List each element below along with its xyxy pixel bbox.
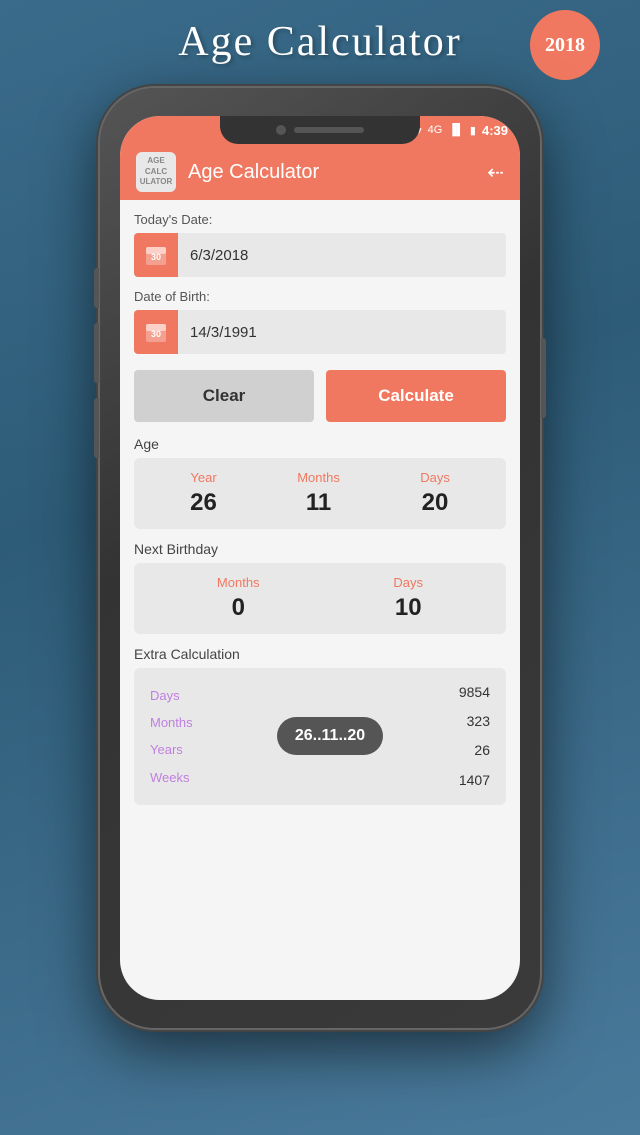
birthday-section-label: Next Birthday <box>134 541 506 557</box>
age-year-col: Year 26 <box>190 470 217 517</box>
dob-label: Date of Birth: <box>134 289 506 304</box>
age-months-value: 11 <box>306 489 331 517</box>
power-button <box>541 338 546 418</box>
extra-years-value: 26 <box>440 738 490 763</box>
birthday-result-row: Months 0 Days 10 <box>150 575 490 622</box>
today-date-value: 6/3/2018 <box>178 247 260 264</box>
extra-row-values: 9854 323 26 1407 <box>440 680 490 793</box>
today-date-field[interactable]: 30 6/3/2018 <box>134 233 506 277</box>
age-result-row: Year 26 Months 11 Days 20 <box>150 470 490 517</box>
birthday-days-col: Days 10 <box>393 575 423 622</box>
year-badge: 2018 <box>530 10 600 80</box>
share-icon[interactable]: ⇠ <box>487 160 504 185</box>
today-calendar-icon: 30 <box>134 233 178 277</box>
action-buttons: Clear Calculate <box>134 370 506 422</box>
birthday-months-label: Months <box>217 575 260 590</box>
camera-dot <box>276 125 286 135</box>
volume-up-button <box>94 323 99 383</box>
age-year-label: Year <box>190 470 216 485</box>
birthday-result-card: Months 0 Days 10 <box>134 563 506 634</box>
extra-section-label: Extra Calculation <box>134 646 506 662</box>
svg-text:30: 30 <box>151 329 161 339</box>
extra-years-label: Years <box>150 738 220 761</box>
speaker-bar <box>294 127 364 133</box>
header-area: Age Calculator 2018 <box>0 0 640 78</box>
network-label: 4G <box>428 124 443 136</box>
volume-toggle-button <box>94 268 99 308</box>
birthday-days-label: Days <box>393 575 423 590</box>
birthday-months-col: Months 0 <box>217 575 260 622</box>
extra-weeks-value: 1407 <box>440 768 490 793</box>
extra-days-label: Days <box>150 684 220 707</box>
age-days-col: Days 20 <box>420 470 450 517</box>
extra-row-labels: Days Months Years Weeks <box>150 684 220 790</box>
clear-button[interactable]: Clear <box>134 370 314 422</box>
main-title: Age Calculator <box>178 18 461 66</box>
status-time: 4:39 <box>482 123 508 138</box>
svg-text:30: 30 <box>151 252 161 262</box>
calculate-button[interactable]: Calculate <box>326 370 506 422</box>
birthday-days-value: 10 <box>395 594 422 622</box>
signal-icon: ▐▌ <box>448 124 464 136</box>
extra-months-label: Months <box>150 711 220 734</box>
age-days-label: Days <box>420 470 450 485</box>
age-section-label: Age <box>134 436 506 452</box>
age-year-value: 26 <box>190 489 217 517</box>
extra-badge-area: 26..11..20 <box>220 717 440 755</box>
extra-months-value: 323 <box>440 709 490 734</box>
app-icon: AGECALCULATOR <box>136 152 176 192</box>
phone-container: ▾▾▾ 4G ▐▌ ▮ 4:39 AGECALCULATOR Age Calcu… <box>100 88 540 1028</box>
age-months-col: Months 11 <box>297 470 340 517</box>
app-content: Today's Date: 30 6/3/2018 Date of Birth: <box>120 200 520 817</box>
extra-days-value: 9854 <box>440 680 490 705</box>
app-bar: AGECALCULATOR Age Calculator ⇠ <box>120 144 520 200</box>
age-months-label: Months <box>297 470 340 485</box>
volume-down-button <box>94 398 99 458</box>
dob-calendar-icon: 30 <box>134 310 178 354</box>
battery-icon: ▮ <box>470 124 476 137</box>
today-date-label: Today's Date: <box>134 212 506 227</box>
extra-weeks-label: Weeks <box>150 766 220 789</box>
app-bar-title: Age Calculator <box>188 161 475 184</box>
age-result-card: Year 26 Months 11 Days 20 <box>134 458 506 529</box>
birthday-months-value: 0 <box>232 594 245 622</box>
extra-badge: 26..11..20 <box>277 717 383 755</box>
extra-result-card: Days Months Years Weeks 26..11..20 9854 … <box>134 668 506 805</box>
phone-screen: ▾▾▾ 4G ▐▌ ▮ 4:39 AGECALCULATOR Age Calcu… <box>120 116 520 1000</box>
dob-value: 14/3/1991 <box>178 324 269 341</box>
age-days-value: 20 <box>422 489 449 517</box>
dob-field[interactable]: 30 14/3/1991 <box>134 310 506 354</box>
phone-notch <box>220 116 420 144</box>
